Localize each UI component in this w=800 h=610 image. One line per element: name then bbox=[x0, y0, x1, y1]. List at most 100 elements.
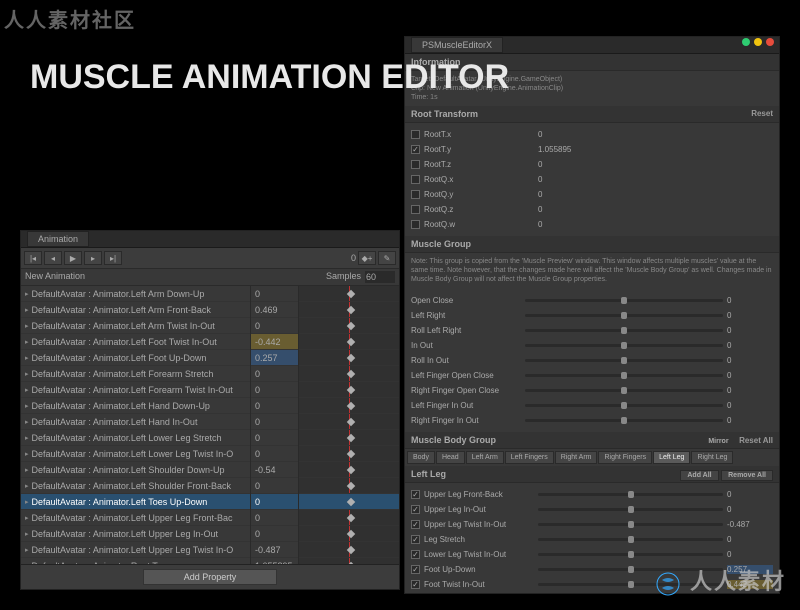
frame-value[interactable]: 0 bbox=[351, 253, 356, 263]
checkbox[interactable] bbox=[411, 505, 420, 514]
keyframe-icon[interactable] bbox=[347, 433, 355, 441]
checkbox[interactable] bbox=[411, 580, 420, 589]
track-value[interactable]: 0 bbox=[251, 446, 298, 462]
key-row[interactable] bbox=[299, 446, 399, 462]
key-row[interactable] bbox=[299, 478, 399, 494]
chevron-right-icon[interactable]: ▸ bbox=[25, 370, 29, 378]
track-row[interactable]: ▸DefaultAvatar : Animator.Left Hand Down… bbox=[21, 398, 250, 414]
track-row[interactable]: ▸DefaultAvatar : Animator.Left Arm Twist… bbox=[21, 318, 250, 334]
chevron-right-icon[interactable]: ▸ bbox=[25, 450, 29, 458]
slider[interactable] bbox=[525, 344, 723, 347]
slider[interactable] bbox=[525, 389, 723, 392]
track-row[interactable]: ▸DefaultAvatar : Animator.Left Upper Leg… bbox=[21, 510, 250, 526]
keyframe-icon[interactable] bbox=[347, 497, 355, 505]
next-frame-button[interactable]: ▸ bbox=[84, 251, 102, 265]
leg-prop-value[interactable]: 0 bbox=[727, 550, 773, 559]
chevron-right-icon[interactable]: ▸ bbox=[25, 546, 29, 554]
chevron-right-icon[interactable]: ▸ bbox=[25, 434, 29, 442]
timeline-area[interactable] bbox=[299, 286, 399, 564]
body-reset-all-button[interactable]: Reset All bbox=[739, 436, 773, 445]
track-row[interactable]: ▸DefaultAvatar : Animator.Left Shoulder … bbox=[21, 462, 250, 478]
muscle-value[interactable]: 0 bbox=[727, 401, 773, 410]
track-row[interactable]: ▸DefaultAvatar : Animator.Left Foot Up-D… bbox=[21, 350, 250, 366]
keyframe-icon[interactable] bbox=[347, 513, 355, 521]
add-all-button[interactable]: Add All bbox=[680, 470, 718, 481]
keyframe-icon[interactable] bbox=[347, 417, 355, 425]
prop-value[interactable]: 0 bbox=[538, 175, 584, 184]
track-value[interactable]: -0.487 bbox=[251, 542, 298, 558]
slider[interactable] bbox=[525, 299, 723, 302]
prop-value[interactable]: 0 bbox=[538, 130, 584, 139]
checkbox[interactable] bbox=[411, 130, 420, 139]
key-row[interactable] bbox=[299, 526, 399, 542]
key-row[interactable] bbox=[299, 302, 399, 318]
track-value[interactable]: 0 bbox=[251, 398, 298, 414]
slider[interactable] bbox=[525, 359, 723, 362]
root-reset-button[interactable]: Reset bbox=[751, 109, 773, 119]
muscle-value[interactable]: 0 bbox=[727, 296, 773, 305]
track-value[interactable]: 0.469 bbox=[251, 302, 298, 318]
muscle-value[interactable]: 0 bbox=[727, 386, 773, 395]
chevron-right-icon[interactable]: ▸ bbox=[25, 498, 29, 506]
track-value[interactable]: 0 bbox=[251, 510, 298, 526]
chevron-right-icon[interactable]: ▸ bbox=[25, 322, 29, 330]
chevron-right-icon[interactable]: ▸ bbox=[25, 514, 29, 522]
key-row[interactable] bbox=[299, 510, 399, 526]
track-value[interactable]: 0 bbox=[251, 318, 298, 334]
track-value[interactable]: -0.54 bbox=[251, 462, 298, 478]
clip-name[interactable]: New Animation bbox=[25, 271, 322, 283]
key-row[interactable] bbox=[299, 462, 399, 478]
chevron-right-icon[interactable]: ▸ bbox=[25, 530, 29, 538]
key-row[interactable] bbox=[299, 542, 399, 558]
first-frame-button[interactable]: |◂ bbox=[24, 251, 42, 265]
checkbox[interactable] bbox=[411, 220, 420, 229]
body-tab[interactable]: Left Arm bbox=[466, 451, 504, 464]
keyframe-icon[interactable] bbox=[347, 561, 355, 564]
checkbox[interactable] bbox=[411, 145, 420, 154]
slider[interactable] bbox=[538, 538, 723, 541]
keyframe-icon[interactable] bbox=[347, 449, 355, 457]
track-value[interactable]: 0 bbox=[251, 494, 298, 510]
chevron-right-icon[interactable]: ▸ bbox=[25, 338, 29, 346]
inspector-tab[interactable]: PSMuscleEditorX bbox=[411, 37, 503, 53]
chevron-right-icon[interactable]: ▸ bbox=[25, 418, 29, 426]
track-value[interactable]: -0.442 bbox=[251, 334, 298, 350]
keyframe-icon[interactable] bbox=[347, 337, 355, 345]
keyframe-icon[interactable] bbox=[347, 305, 355, 313]
track-row[interactable]: ▸DefaultAvatar : Animator.Left Upper Leg… bbox=[21, 526, 250, 542]
minimize-dot[interactable] bbox=[742, 38, 750, 46]
body-tab[interactable]: Right Leg bbox=[691, 451, 733, 464]
keyframe-icon[interactable] bbox=[347, 401, 355, 409]
keyframe-icon[interactable] bbox=[347, 545, 355, 553]
chevron-right-icon[interactable]: ▸ bbox=[25, 354, 29, 362]
last-frame-button[interactable]: ▸| bbox=[104, 251, 122, 265]
track-row[interactable]: ▸DefaultAvatar : Animator.Left Lower Leg… bbox=[21, 430, 250, 446]
prop-value[interactable]: 0 bbox=[538, 190, 584, 199]
prev-frame-button[interactable]: ◂ bbox=[44, 251, 62, 265]
body-tab[interactable]: Head bbox=[436, 451, 465, 464]
chevron-right-icon[interactable]: ▸ bbox=[25, 482, 29, 490]
chevron-right-icon[interactable]: ▸ bbox=[25, 306, 29, 314]
muscle-value[interactable]: 0 bbox=[727, 356, 773, 365]
track-row[interactable]: ▸DefaultAvatar : Animator.Left Arm Front… bbox=[21, 302, 250, 318]
checkbox[interactable] bbox=[411, 565, 420, 574]
leg-prop-value[interactable]: 0 bbox=[727, 490, 773, 499]
track-row[interactable]: ▸DefaultAvatar : Animator.Left Hand In-O… bbox=[21, 414, 250, 430]
keyframe-icon[interactable] bbox=[347, 481, 355, 489]
key-row[interactable] bbox=[299, 318, 399, 334]
prop-value[interactable]: 0 bbox=[538, 220, 584, 229]
add-event-button[interactable]: ✎ bbox=[378, 251, 396, 265]
prop-value[interactable]: 1.055895 bbox=[538, 145, 584, 154]
chevron-right-icon[interactable]: ▸ bbox=[25, 402, 29, 410]
keyframe-icon[interactable] bbox=[347, 385, 355, 393]
track-value[interactable]: 0 bbox=[251, 382, 298, 398]
slider[interactable] bbox=[538, 523, 723, 526]
track-value[interactable]: 0 bbox=[251, 414, 298, 430]
leg-prop-value[interactable]: -0.487 bbox=[727, 520, 773, 529]
track-value[interactable]: 0 bbox=[251, 286, 298, 302]
chevron-right-icon[interactable]: ▸ bbox=[25, 290, 29, 298]
key-row[interactable] bbox=[299, 414, 399, 430]
leg-prop-value[interactable]: 0 bbox=[727, 535, 773, 544]
keyframe-icon[interactable] bbox=[347, 529, 355, 537]
muscle-value[interactable]: 0 bbox=[727, 416, 773, 425]
